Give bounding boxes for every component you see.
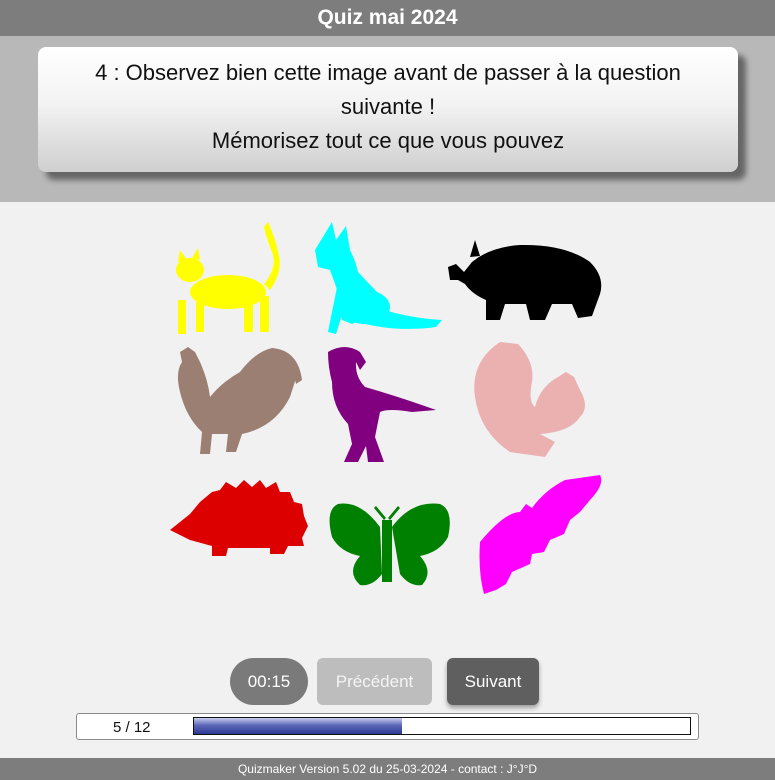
footer-version: Quizmaker Version 5.02 du 25-03-2024 - c… [0, 758, 775, 780]
question-line-3: Mémorisez tout ce que vous pouvez [211, 128, 565, 153]
quiz-title: Quiz mai 2024 [0, 0, 775, 36]
question-box: 4 : Observez bien cette image avant de p… [38, 47, 738, 172]
progress-fill [194, 718, 403, 734]
progress-label: 5 / 12 [113, 719, 151, 736]
eagle-silhouette [328, 347, 436, 462]
controls-bar: 00:15 Précédent Suivant [0, 658, 775, 706]
animal-silhouettes-image [160, 212, 610, 607]
previous-button[interactable]: Précédent [317, 658, 432, 705]
hedgehog-silhouette [170, 480, 308, 556]
cat-silhouette [176, 222, 280, 334]
progress-track [193, 717, 691, 735]
animal-silhouettes-svg [170, 222, 602, 594]
question-line-1: 4 : Observez bien cette image avant de p… [95, 60, 681, 85]
question-band: 4 : Observez bien cette image avant de p… [0, 36, 775, 202]
question-line-2: suivante ! [340, 94, 436, 119]
next-button[interactable]: Suivant [447, 658, 539, 705]
timer: 00:15 [230, 658, 308, 705]
squirrel-silhouette [474, 342, 585, 457]
bat-silhouette [479, 475, 602, 594]
rhinoceros-silhouette [448, 240, 602, 320]
progress-panel: 5 / 12 [76, 713, 699, 740]
dog-silhouette [315, 222, 442, 334]
butterfly-silhouette [329, 503, 450, 586]
rooster-silhouette [177, 347, 302, 454]
